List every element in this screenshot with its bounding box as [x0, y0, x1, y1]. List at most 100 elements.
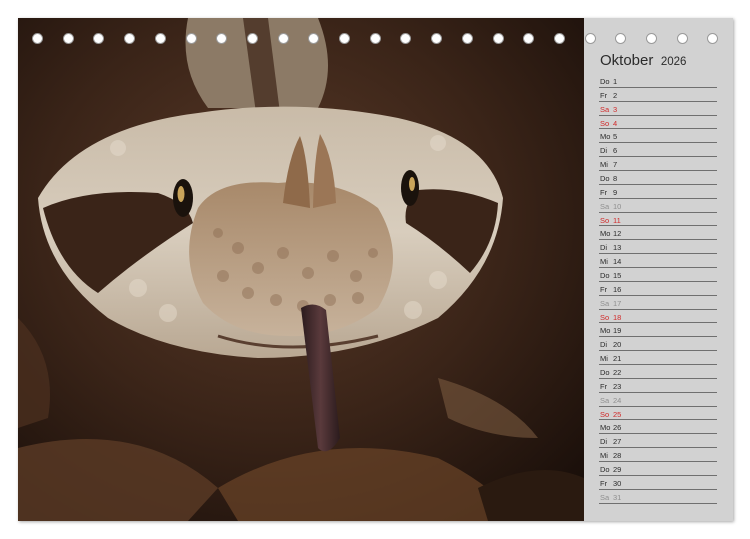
- day-number: 21: [613, 354, 622, 364]
- day-number: 26: [613, 423, 622, 433]
- day-row: Do 15: [599, 268, 717, 282]
- day-row: Mo 26: [599, 420, 717, 435]
- month-name: Oktober: [600, 52, 654, 69]
- day-number: 22: [613, 368, 622, 378]
- weekday-label: Do: [600, 368, 610, 378]
- day-row: Sa 17: [599, 296, 717, 310]
- day-number: 19: [613, 326, 622, 336]
- weekday-label: Fr: [600, 284, 608, 294]
- day-row: So 11: [599, 213, 717, 227]
- weekday-label: Sa: [600, 298, 610, 308]
- weekday-label: Mi: [600, 451, 608, 461]
- weekday-label: Do: [600, 465, 610, 475]
- day-number: 25: [613, 409, 622, 419]
- day-number: 15: [613, 271, 622, 281]
- weekday-label: Di: [600, 146, 608, 156]
- day-row: Mi 28: [599, 448, 717, 463]
- day-row: Do 29: [599, 462, 717, 476]
- weekday-label: So: [600, 118, 610, 128]
- calendar-sidebar: Oktober 2026 Do 1 Fr 2 Sa 3 So 4 Mo 5 Di 6 Mi 7 Do 8 Fr 9…: [584, 18, 733, 521]
- day-number: 30: [613, 478, 622, 488]
- month-year: 2026: [660, 56, 687, 68]
- weekday-label: Do: [600, 77, 610, 86]
- day-number: 10: [613, 201, 622, 211]
- day-row: Sa 10: [599, 199, 717, 213]
- weekday-label: Fr: [600, 381, 608, 391]
- day-row: Di 13: [599, 240, 717, 255]
- weekday-label: So: [600, 215, 610, 225]
- calendar-page: Oktober 2026 Do 1 Fr 2 Sa 3 So 4 Mo 5 Di 6 Mi 7 Do 8 Fr 9…: [18, 18, 733, 521]
- weekday-label: Do: [600, 174, 610, 184]
- weekday-label: Sa: [600, 104, 610, 114]
- weekday-label: Di: [600, 243, 608, 253]
- weekday-label: Fr: [600, 90, 608, 100]
- weekday-label: Mo: [600, 132, 611, 142]
- day-row: Fr 2: [599, 88, 717, 102]
- day-number: 23: [613, 381, 622, 391]
- day-number: 6: [613, 146, 618, 156]
- day-number: 7: [613, 160, 618, 170]
- day-number: 31: [613, 492, 622, 502]
- weekday-label: Do: [600, 271, 610, 281]
- day-row: Mi 21: [599, 351, 717, 366]
- weekday-label: Mi: [600, 160, 608, 170]
- weekday-label: Mi: [600, 257, 608, 267]
- day-number: 18: [613, 312, 622, 322]
- day-row: Fr 30: [599, 476, 717, 490]
- weekday-label: Mo: [600, 229, 611, 239]
- day-row: Sa 24: [599, 393, 717, 407]
- day-row: Do 22: [599, 365, 717, 379]
- weekday-label: Mi: [600, 354, 608, 364]
- day-row: Do 1: [599, 74, 717, 88]
- day-number: 14: [613, 257, 622, 267]
- weekday-label: Fr: [600, 187, 608, 197]
- weekday-label: Di: [600, 437, 608, 447]
- day-number: 20: [613, 340, 622, 350]
- day-row: Di 6: [599, 143, 717, 158]
- day-number: 28: [613, 451, 622, 461]
- day-number: 16: [613, 284, 622, 294]
- day-number: 4: [613, 118, 618, 128]
- day-number: 12: [613, 229, 622, 239]
- day-row: So 4: [599, 116, 717, 130]
- day-row: Fr 23: [599, 379, 717, 393]
- day-number: 27: [613, 437, 622, 447]
- day-row: Fr 9: [599, 185, 717, 199]
- day-row: Mi 7: [599, 157, 717, 172]
- day-number: 1: [613, 77, 618, 86]
- day-row: Di 27: [599, 434, 717, 449]
- day-number: 24: [613, 395, 622, 405]
- day-row: Di 20: [599, 337, 717, 352]
- day-row: Mo 12: [599, 226, 717, 241]
- weekday-label: Sa: [600, 201, 610, 211]
- snake-image: [18, 18, 584, 521]
- day-row: Sa 3: [599, 102, 717, 116]
- weekday-label: Sa: [600, 395, 610, 405]
- weekday-label: Mo: [600, 423, 611, 433]
- weekday-label: So: [600, 409, 610, 419]
- day-number: 11: [613, 215, 621, 225]
- day-number: 9: [613, 187, 618, 197]
- day-number: 5: [613, 132, 618, 142]
- month-title: Oktober 2026: [600, 52, 686, 70]
- day-number: 13: [613, 243, 622, 253]
- weekday-label: Di: [600, 340, 608, 350]
- day-number: 17: [613, 298, 622, 308]
- day-row: Fr 16: [599, 282, 717, 296]
- day-number: 29: [613, 465, 622, 475]
- day-row: Mo 5: [599, 129, 717, 144]
- weekday-label: So: [600, 312, 610, 322]
- weekday-label: Sa: [600, 492, 610, 502]
- snake-photo: [18, 18, 584, 521]
- weekday-label: Fr: [600, 478, 608, 488]
- day-number: 2: [613, 90, 618, 100]
- day-row: Mi 14: [599, 254, 717, 269]
- day-row: Sa 31: [599, 490, 717, 504]
- weekday-label: Mo: [600, 326, 611, 336]
- day-row: So 18: [599, 310, 717, 324]
- day-row: Do 8: [599, 171, 717, 185]
- day-row: So 25: [599, 407, 717, 421]
- day-list: Do 1 Fr 2 Sa 3 So 4 Mo 5 Di 6 Mi 7 Do 8 Fr 9 Sa 10 So 11 Mo 12 D…: [599, 74, 717, 504]
- day-number: 8: [613, 174, 618, 184]
- day-number: 3: [613, 104, 618, 114]
